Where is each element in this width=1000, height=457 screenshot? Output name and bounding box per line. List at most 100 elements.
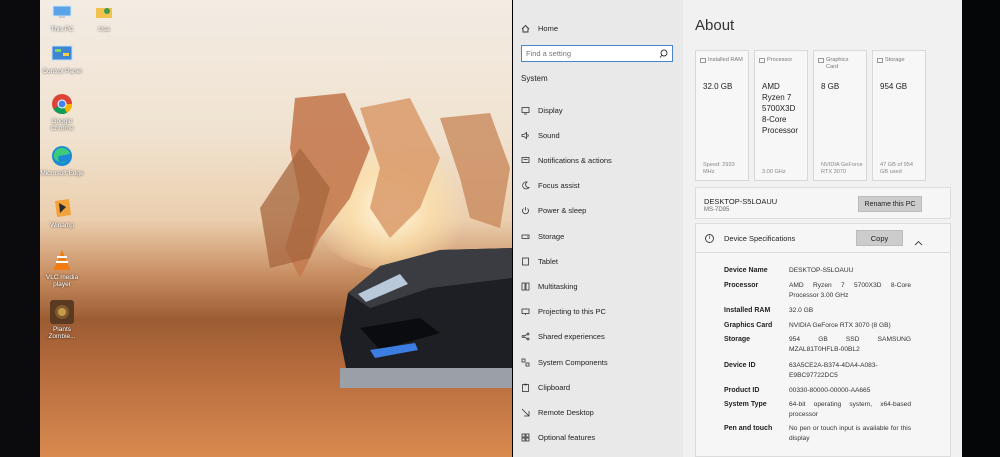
spec-key: Installed RAM bbox=[724, 307, 771, 314]
nav-item-label: Notifications & actions bbox=[538, 155, 612, 165]
spec-value: 32.0 GB bbox=[789, 307, 814, 314]
vlc-icon bbox=[50, 248, 74, 272]
graphics-card: Graphics Card 8 GB NVIDIA GeForce RTX 30… bbox=[813, 50, 867, 181]
nav-item-label: Shared experiences bbox=[538, 332, 605, 342]
nav-item[interactable]: Tablet bbox=[521, 253, 558, 269]
chevron-up-icon[interactable] bbox=[914, 233, 923, 251]
control-panel-icon bbox=[50, 42, 74, 66]
nav-item[interactable]: Projecting to this PC bbox=[521, 304, 606, 320]
desktop-wallpaper: This PC Usa Control Panel Google Chrome … bbox=[40, 0, 512, 457]
spec-key: Device ID bbox=[724, 362, 756, 369]
desktop-icon[interactable]: Google Chrome bbox=[40, 92, 84, 132]
edge-icon bbox=[50, 144, 74, 168]
spec-value: 64-bit operating system, x64-based proce… bbox=[789, 401, 911, 418]
game-icon bbox=[50, 300, 74, 324]
home-icon bbox=[521, 24, 530, 33]
ram-card: Installed RAM 32.0 GB Speed: 2933 MHz bbox=[695, 50, 749, 181]
desktop-icon[interactable]: Control Panel bbox=[40, 42, 84, 75]
winamp-icon bbox=[50, 196, 74, 220]
computer-icon bbox=[50, 0, 74, 24]
rename-pc-button[interactable]: Rename this PC bbox=[858, 196, 922, 212]
nav-item[interactable]: Storage bbox=[521, 228, 564, 244]
tablet-icon bbox=[521, 257, 530, 266]
nav-item-label: Power & sleep bbox=[538, 206, 587, 216]
settings-nav: Home Find a setting System Display Sound N… bbox=[513, 0, 683, 457]
nav-item[interactable]: Focus assist bbox=[521, 178, 580, 194]
spec-value: 00330-80000-00000-AA665 bbox=[789, 387, 871, 394]
processor-card: Processor AMD Ryzen 7 5700X3D 8-Core Pro… bbox=[754, 50, 808, 181]
desktop-icon[interactable]: This PC bbox=[40, 0, 84, 33]
components-icon bbox=[521, 358, 530, 367]
search-input[interactable]: Find a setting bbox=[521, 45, 673, 62]
spec-value: No pen or touch input is available for t… bbox=[789, 425, 911, 442]
nav-item[interactable]: Clipboard bbox=[521, 379, 570, 395]
share-icon bbox=[521, 332, 530, 341]
nav-item[interactable]: Optional features bbox=[521, 430, 595, 446]
spec-key: Processor bbox=[724, 282, 759, 289]
nav-section-heading: System bbox=[521, 74, 548, 83]
storage-card: Storage 954 GB 47 GB of 954 GB used bbox=[872, 50, 926, 181]
spec-key: Graphics Card bbox=[724, 322, 773, 329]
spec-value: 63A5CE2A-B374-4DA4-A083-E9BC97722DC5 bbox=[789, 362, 878, 379]
multitasking-icon bbox=[521, 282, 530, 291]
speaker-icon bbox=[521, 131, 530, 140]
desktop-icon[interactable]: Plants Zombie... bbox=[40, 300, 84, 340]
nav-item-label: Tablet bbox=[538, 256, 559, 266]
pc-model: MS-7D95 bbox=[704, 207, 730, 213]
nav-item[interactable]: System Components bbox=[521, 354, 608, 370]
remote-icon bbox=[521, 408, 530, 417]
copy-button[interactable]: Copy bbox=[856, 230, 903, 246]
spec-key: Storage bbox=[724, 336, 751, 343]
desktop-icon[interactable]: Microsoft Edge bbox=[40, 144, 84, 177]
nav-item-label: System Components bbox=[538, 357, 608, 367]
page-title: About bbox=[695, 17, 735, 34]
spec-value: 954 GB SSD SAMSUNG MZAL81T0HFLB-00BL2 bbox=[789, 336, 911, 353]
power-icon bbox=[521, 206, 530, 215]
nav-item-label: Multitasking bbox=[538, 281, 578, 291]
nav-item-label: Display bbox=[538, 105, 563, 115]
features-icon bbox=[521, 433, 530, 442]
desktop-icon[interactable]: Usa bbox=[82, 0, 126, 33]
desktop-icon[interactable]: Winamp bbox=[40, 196, 84, 229]
user-folder-icon bbox=[92, 0, 116, 24]
settings-window: Home Find a setting System Display Sound N… bbox=[513, 0, 965, 457]
spec-value: AMD Ryzen 7 5700X3D 8-Core Processor 3.0… bbox=[789, 282, 911, 299]
device-specifications-panel: i Device Specifications Copy Device Name… bbox=[695, 223, 951, 457]
nav-item[interactable]: Remote Desktop bbox=[521, 404, 594, 420]
nav-home[interactable]: Home bbox=[521, 20, 558, 36]
moon-icon bbox=[521, 181, 530, 190]
nav-item-label: Projecting to this PC bbox=[538, 307, 606, 317]
notification-icon bbox=[521, 156, 530, 165]
nav-item[interactable]: Power & sleep bbox=[521, 203, 586, 219]
nav-item-label: Optional features bbox=[538, 433, 596, 443]
about-page: About Installed RAM 32.0 GB Speed: 2933 … bbox=[683, 0, 965, 457]
nav-item[interactable]: Display bbox=[521, 102, 563, 118]
info-icon: i bbox=[705, 233, 714, 243]
nav-item-label: Focus assist bbox=[538, 181, 580, 191]
nav-item[interactable]: Multitasking bbox=[521, 278, 578, 294]
pc-name: DESKTOP-S5LOAUU bbox=[704, 197, 778, 206]
spec-key: Product ID bbox=[724, 387, 760, 394]
nav-item[interactable]: Shared experiences bbox=[521, 329, 605, 345]
nav-item-label: Storage bbox=[538, 231, 565, 241]
desktop-icon[interactable]: VLC media player bbox=[40, 248, 84, 288]
nav-item-label: Remote Desktop bbox=[538, 407, 594, 417]
divider bbox=[696, 252, 950, 253]
pc-name-panel: DESKTOP-S5LOAUU MS-7D95 Rename this PC bbox=[695, 187, 951, 219]
nav-item[interactable]: Sound bbox=[521, 127, 560, 143]
spec-value: DESKTOP-S5LOAUU bbox=[789, 267, 854, 274]
monitor-bezel bbox=[962, 0, 1000, 457]
car-illustration bbox=[260, 93, 512, 388]
clipboard-icon bbox=[521, 383, 530, 392]
monitor-icon bbox=[521, 106, 530, 115]
search-icon bbox=[659, 49, 668, 60]
nav-item[interactable]: Notifications & actions bbox=[521, 152, 612, 168]
nav-item-label: Sound bbox=[538, 130, 560, 140]
spec-key: Pen and touch bbox=[724, 425, 773, 432]
drive-icon bbox=[521, 232, 530, 241]
spec-key: System Type bbox=[724, 401, 767, 408]
nav-item-label: Clipboard bbox=[538, 382, 571, 392]
spec-value: NVIDIA GeForce RTX 3070 (8 GB) bbox=[789, 322, 891, 329]
device-specifications-header[interactable]: i Device Specifications bbox=[696, 224, 950, 252]
projector-icon bbox=[521, 307, 530, 316]
